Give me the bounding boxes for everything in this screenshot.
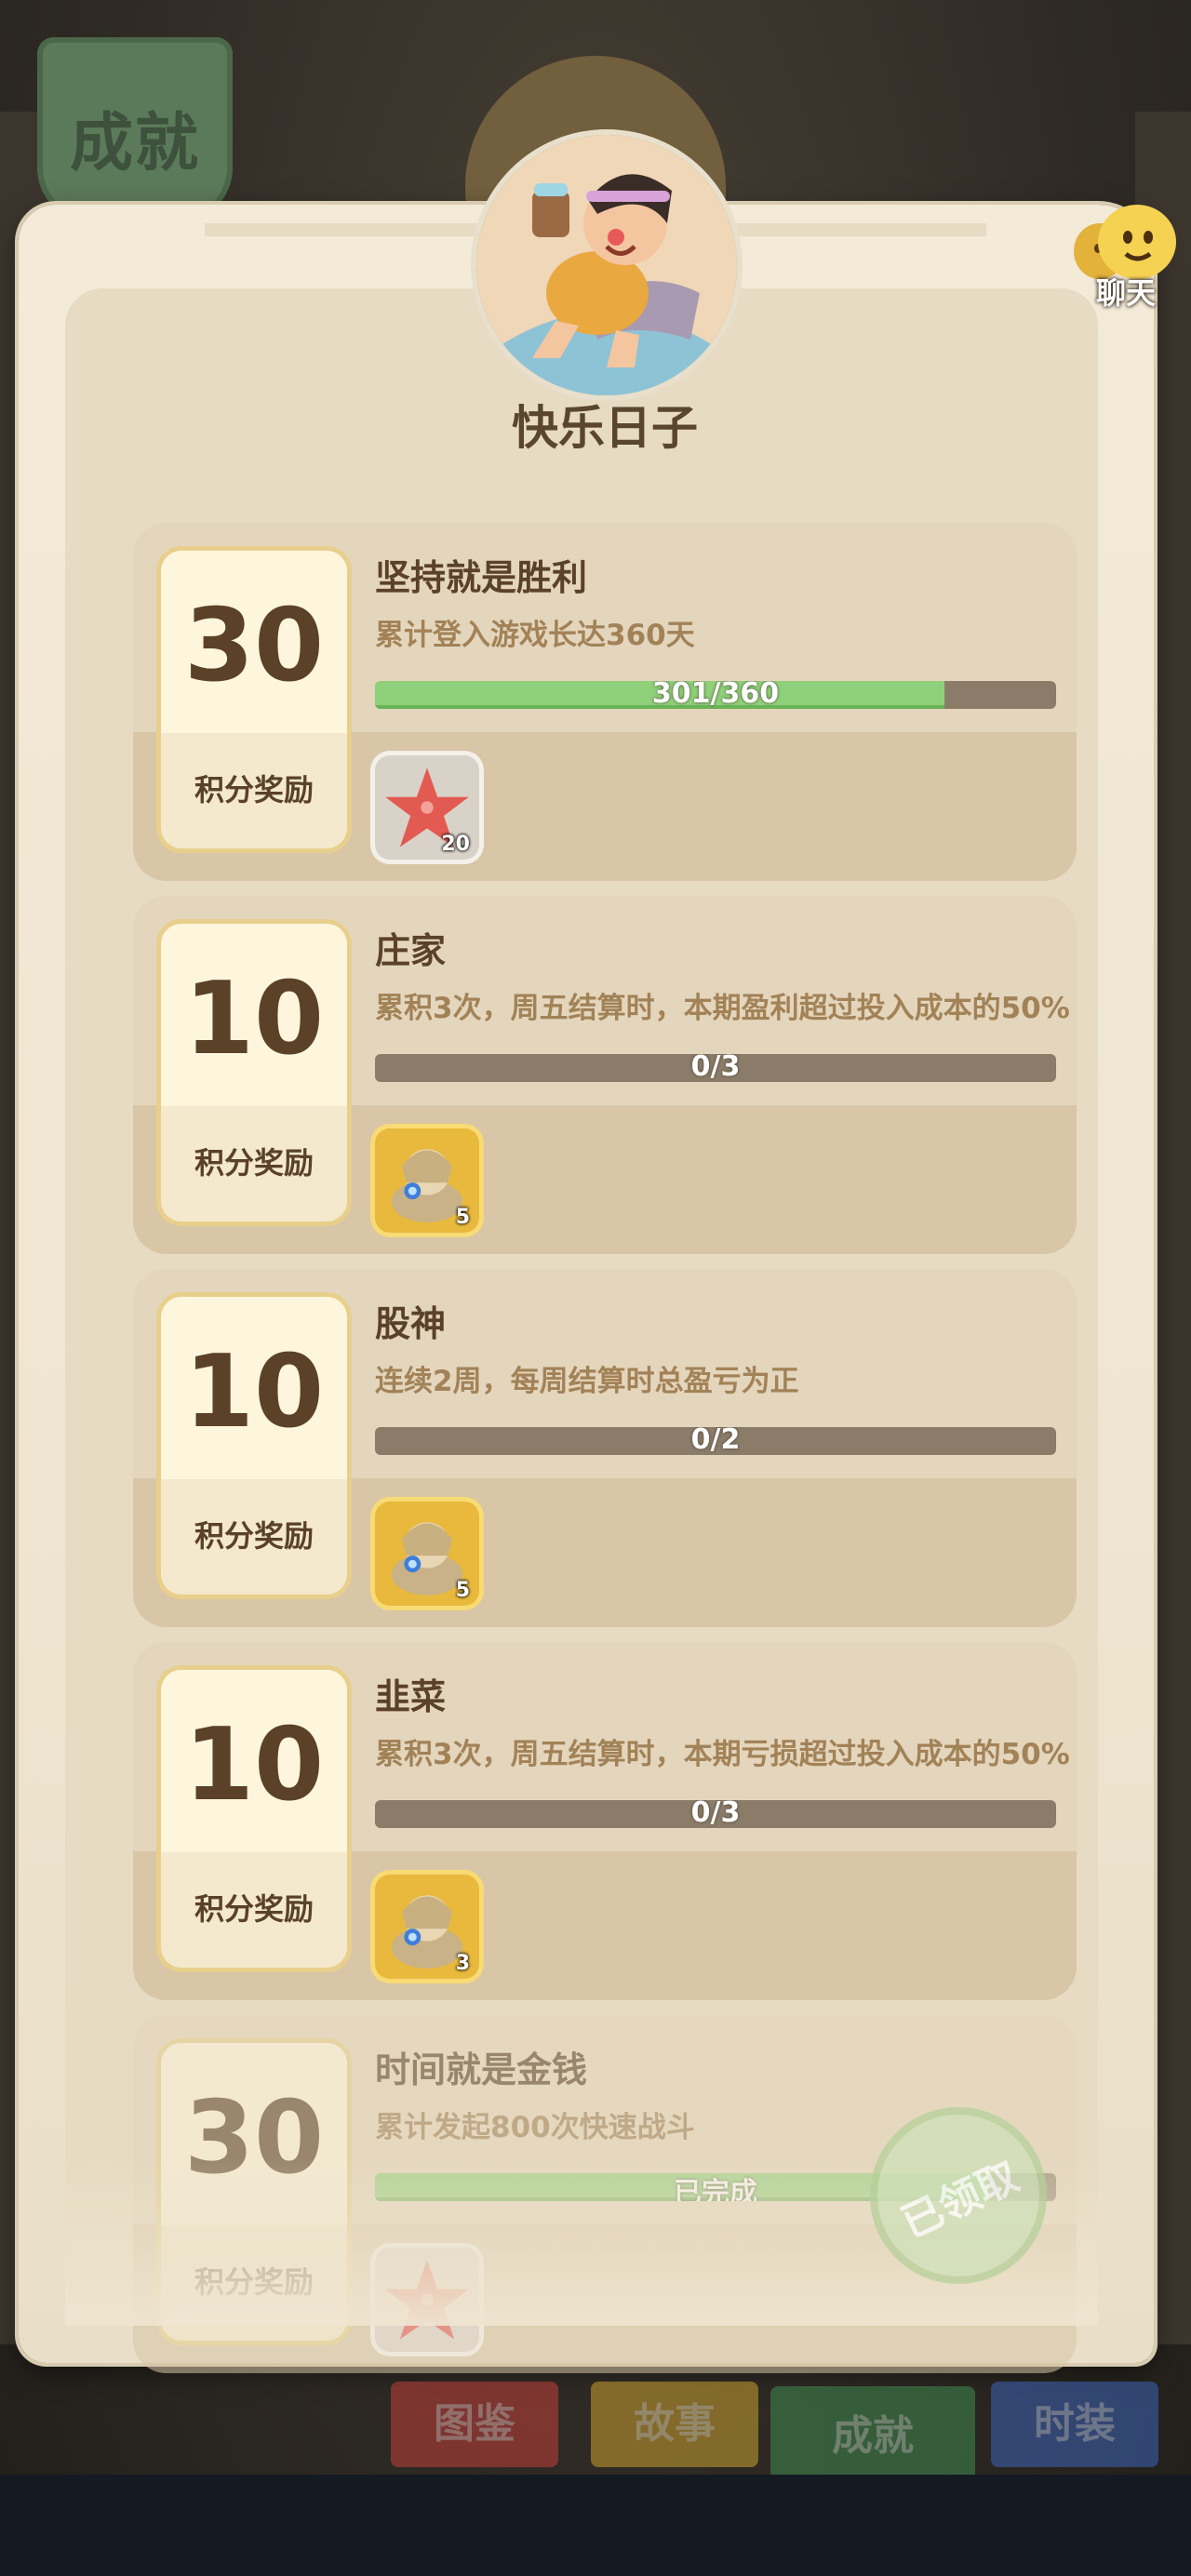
bottom-bar xyxy=(0,2475,1191,2576)
banner-title: 成就 xyxy=(69,107,200,180)
reward-item[interactable]: 3 xyxy=(375,1875,479,1979)
achievement-desc: 累计登入游戏长达360天 xyxy=(375,619,695,652)
title-banner: 成就 xyxy=(37,37,233,223)
achievement-title: 庄家 xyxy=(375,930,447,971)
achievement-desc: 累积3次，周五结算时，本期盈利超过投入成本的50% xyxy=(375,992,1070,1025)
reward-count: 5 xyxy=(455,1206,470,1229)
reward-item[interactable]: 5 xyxy=(375,1502,479,1606)
tab-story[interactable]: 故事 xyxy=(591,2382,758,2467)
achievement-title: 韭菜 xyxy=(375,1676,447,1717)
points-label: 积分奖励 xyxy=(194,1145,314,1181)
claimed-stamp: 已领取 xyxy=(870,2107,1047,2284)
starfish-icon xyxy=(375,2260,479,2356)
avatar-title: 快乐日子 xyxy=(512,401,698,455)
points-value: 10 xyxy=(183,961,325,1077)
achievement-desc: 连续2周，每周结算时总盈亏为正 xyxy=(375,1365,799,1398)
achievement-card[interactable]: 30 积分奖励 坚持就是胜利 累计登入游戏长达360天 301/360 20 xyxy=(133,523,1077,881)
reward-count: 5 xyxy=(455,1579,470,1602)
points-value: 10 xyxy=(183,1707,325,1823)
tab-catalog[interactable]: 图鉴 xyxy=(391,2382,558,2467)
achievement-title: 股神 xyxy=(375,1303,447,1344)
points-label: 积分奖励 xyxy=(194,1891,314,1927)
progress-text: 0/3 xyxy=(690,1054,741,1082)
tab-achievements[interactable]: 成就 xyxy=(770,2386,975,2487)
points-box: 30 积分奖励 xyxy=(161,551,347,848)
points-value: 30 xyxy=(183,588,325,704)
points-box: 10 积分奖励 xyxy=(161,1670,347,1968)
chat-label[interactable]: 聊天 xyxy=(1089,270,1163,313)
caveman-avatar-icon xyxy=(476,135,737,395)
claimed-label: 已领取 xyxy=(894,2153,1026,2249)
achievement-desc: 累计发起800次快速战斗 xyxy=(375,2111,695,2144)
points-label: 积分奖励 xyxy=(194,1518,314,1554)
points-label: 积分奖励 xyxy=(194,772,314,808)
progress-text: 301/360 xyxy=(651,681,780,709)
reward-item[interactable]: 5 xyxy=(375,1128,479,1233)
reward-count: 3 xyxy=(455,1952,470,1975)
achievement-card[interactable]: 10 积分奖励 韭菜 累积3次，周五结算时，本期亏损超过投入成本的50% 0/3… xyxy=(133,1642,1077,2000)
achievement-card[interactable]: 10 积分奖励 庄家 累积3次，周五结算时，本期盈利超过投入成本的50% 0/3… xyxy=(133,896,1077,1254)
points-value: 10 xyxy=(183,1334,325,1450)
avatar[interactable] xyxy=(476,135,737,395)
points-box: 10 积分奖励 xyxy=(161,1297,347,1595)
progress-text: 0/3 xyxy=(690,1800,741,1828)
achievement-title: 坚持就是胜利 xyxy=(375,557,588,598)
achievement-card[interactable]: 10 积分奖励 股神 连续2周，每周结算时总盈亏为正 0/2 5 xyxy=(133,1269,1077,1627)
points-box: 10 积分奖励 xyxy=(161,924,347,1221)
progress-text: 0/2 xyxy=(690,1427,741,1455)
progress-bar: 0/3 xyxy=(375,1054,1056,1082)
achievement-desc: 累积3次，周五结算时，本期亏损超过投入成本的50% xyxy=(375,1738,1070,1771)
achievement-title: 时间就是金钱 xyxy=(375,2049,588,2090)
reward-item[interactable]: 20 xyxy=(375,755,479,860)
progress-bar: 0/2 xyxy=(375,1427,1056,1455)
progress-bar: 0/3 xyxy=(375,1800,1056,1828)
tab-costume[interactable]: 时装 xyxy=(991,2382,1158,2467)
reward-count: 20 xyxy=(441,833,470,856)
progress-bar: 301/360 xyxy=(375,681,1056,709)
